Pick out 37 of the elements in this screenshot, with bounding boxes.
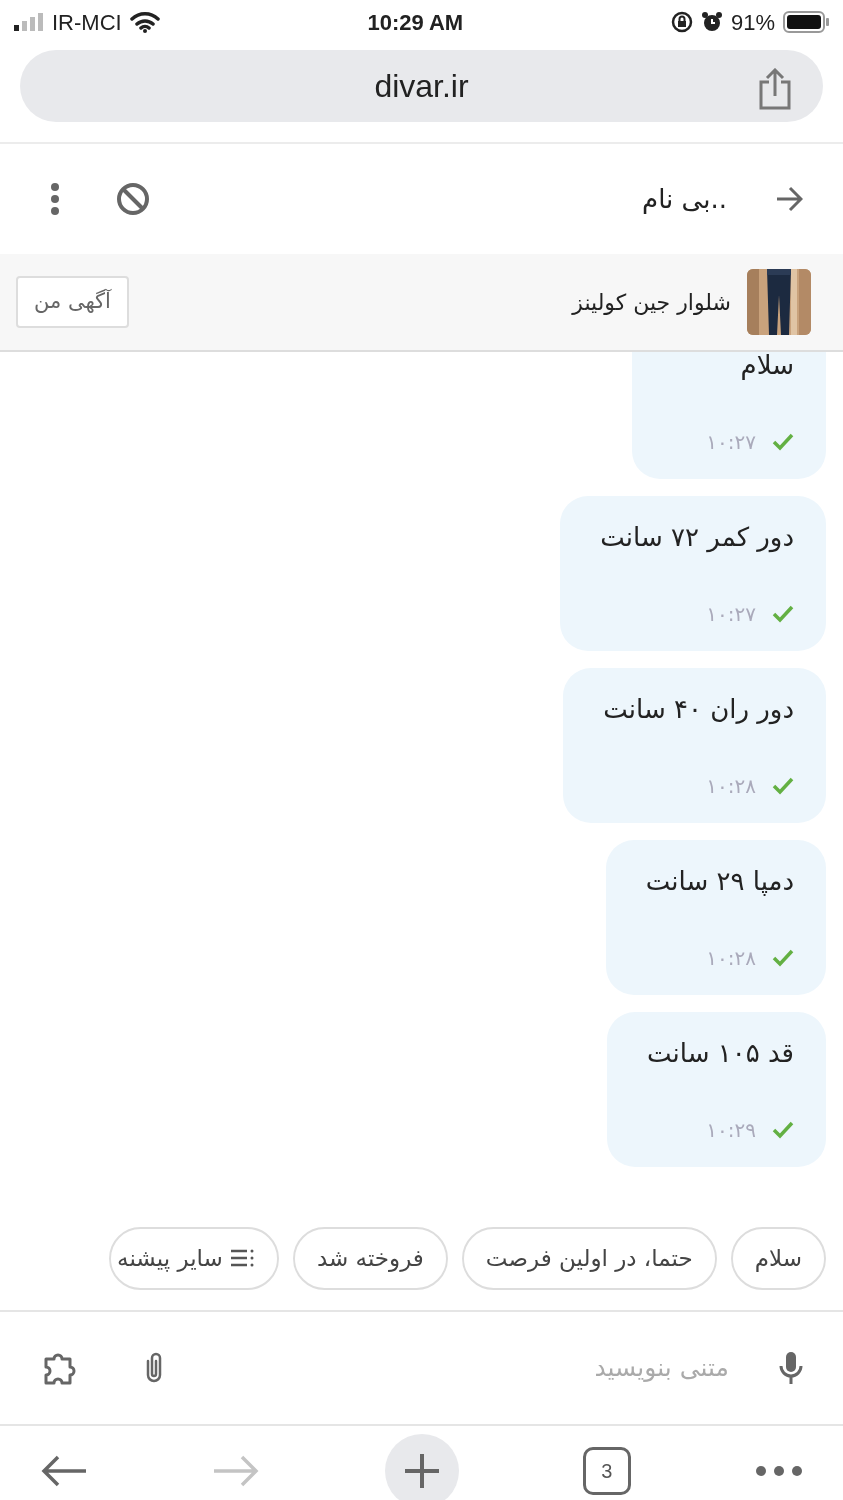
alarm-icon bbox=[700, 11, 723, 33]
message-time: ۱۰:۲۷ bbox=[706, 429, 756, 456]
battery-icon bbox=[783, 11, 829, 33]
suggestion-chip[interactable]: حتما، در اولین فرصت bbox=[461, 1227, 717, 1290]
battery-percent: 91% bbox=[730, 8, 775, 37]
suggestion-chip[interactable]: سلام bbox=[730, 1227, 826, 1290]
message-text: قد ۱۰۵ سانت bbox=[647, 1037, 794, 1070]
ad-title: شلوار جین کولینز bbox=[572, 288, 731, 317]
back-arrow-icon[interactable] bbox=[775, 186, 803, 212]
message-time: ۱۰:۲۸ bbox=[706, 773, 756, 800]
clock-time: 10:29 AM bbox=[367, 8, 464, 37]
message-text: دور ران ۴۰ سانت bbox=[603, 693, 794, 727]
message-input[interactable]: متنی بنویسید bbox=[431, 1348, 731, 1388]
rotation-lock-icon bbox=[670, 11, 693, 33]
message-text: دمپا ۲۹ سانت bbox=[645, 865, 794, 898]
carrier-name: IR-MCI bbox=[52, 8, 122, 37]
microphone-icon[interactable] bbox=[779, 1351, 803, 1385]
address-bar[interactable]: divar.ir bbox=[20, 50, 823, 122]
back-icon[interactable] bbox=[40, 1455, 88, 1487]
suggestion-chip[interactable]: فروخته شد bbox=[292, 1227, 448, 1290]
more-suggestions-chip[interactable]: سایر پیشنه bbox=[109, 1227, 279, 1290]
message-text: سلام bbox=[739, 352, 794, 382]
chat-title: بی نام.. bbox=[642, 182, 727, 216]
message-time: ۱۰:۲۹ bbox=[706, 1117, 756, 1144]
more-icon[interactable] bbox=[755, 1465, 803, 1477]
wifi-icon bbox=[129, 11, 160, 33]
message-text: دور کمر ۷۲ سانت bbox=[600, 521, 794, 555]
message-time: ۱۰:۲۷ bbox=[706, 601, 756, 628]
share-icon[interactable] bbox=[757, 68, 793, 110]
more-icon[interactable] bbox=[50, 183, 60, 215]
signal-icon bbox=[14, 13, 44, 31]
list-icon bbox=[230, 1248, 255, 1269]
block-icon[interactable] bbox=[116, 182, 150, 216]
plus-icon bbox=[402, 1452, 441, 1490]
tabs-button[interactable]: 3 bbox=[582, 1447, 631, 1495]
my-ad-button[interactable]: آگهی من bbox=[16, 276, 129, 328]
message-time: ۱۰:۲۸ bbox=[706, 945, 756, 972]
